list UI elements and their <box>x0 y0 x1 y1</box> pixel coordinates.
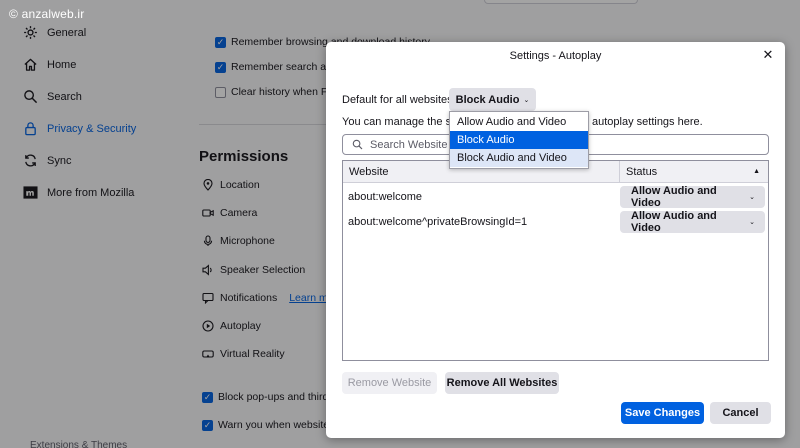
remove-all-websites-button[interactable]: Remove All Websites <box>445 372 559 394</box>
status-value: Allow Audio and Video <box>631 210 717 234</box>
chevron-down-icon: ⌄ <box>523 96 530 104</box>
status-select[interactable]: Allow Audio and Video ⌄ <box>620 210 765 234</box>
column-label: Website <box>349 165 389 178</box>
default-autoplay-dropdown: Allow Audio and Video Block Audio Block … <box>449 111 589 169</box>
default-label: Default for all websites: <box>342 94 456 106</box>
status-select[interactable]: Allow Audio and Video ⌄ <box>620 185 765 209</box>
close-icon[interactable]: ✕ <box>760 47 776 63</box>
default-select-value: Block Audio <box>455 93 520 106</box>
manage-description-tail: autoplay settings here. <box>592 116 703 128</box>
cancel-button[interactable]: Cancel <box>710 402 771 424</box>
search-icon <box>352 139 363 150</box>
table-body: about:welcome Allow Audio and Video ⌄ ab… <box>343 183 768 234</box>
save-changes-button[interactable]: Save Changes <box>621 402 704 424</box>
site-cell: about:welcome^privateBrowsingId=1 <box>348 216 528 228</box>
status-value: Allow Audio and Video <box>631 185 717 209</box>
table-row[interactable]: about:welcome^privateBrowsingId=1 Allow … <box>343 210 768 234</box>
default-autoplay-select[interactable]: Block Audio ⌄ <box>449 88 536 111</box>
autoplay-settings-dialog: Settings - Autoplay ✕ Default for all we… <box>326 42 785 438</box>
chevron-down-icon: ⌄ <box>749 194 755 201</box>
column-label: Status <box>626 165 658 178</box>
watermark: © anzalweb.ir <box>9 7 85 21</box>
dropdown-option-allow-audio-video[interactable]: Allow Audio and Video <box>450 113 588 131</box>
dropdown-option-block-audio-video[interactable]: Block Audio and Video <box>450 149 588 167</box>
sort-ascending-icon: ▲ <box>753 168 760 175</box>
dialog-title: Settings - Autoplay <box>509 50 602 62</box>
remove-website-button[interactable]: Remove Website <box>342 372 437 394</box>
sites-table: Website Status ▲ about:welcome Allow Aud… <box>342 160 769 361</box>
dropdown-option-block-audio[interactable]: Block Audio <box>450 131 588 149</box>
manage-description: You can manage the site <box>342 116 463 128</box>
site-cell: about:welcome <box>348 191 422 203</box>
table-row[interactable]: about:welcome Allow Audio and Video ⌄ <box>343 185 768 209</box>
chevron-down-icon: ⌄ <box>749 219 755 226</box>
column-header-status[interactable]: Status ▲ <box>620 161 768 182</box>
